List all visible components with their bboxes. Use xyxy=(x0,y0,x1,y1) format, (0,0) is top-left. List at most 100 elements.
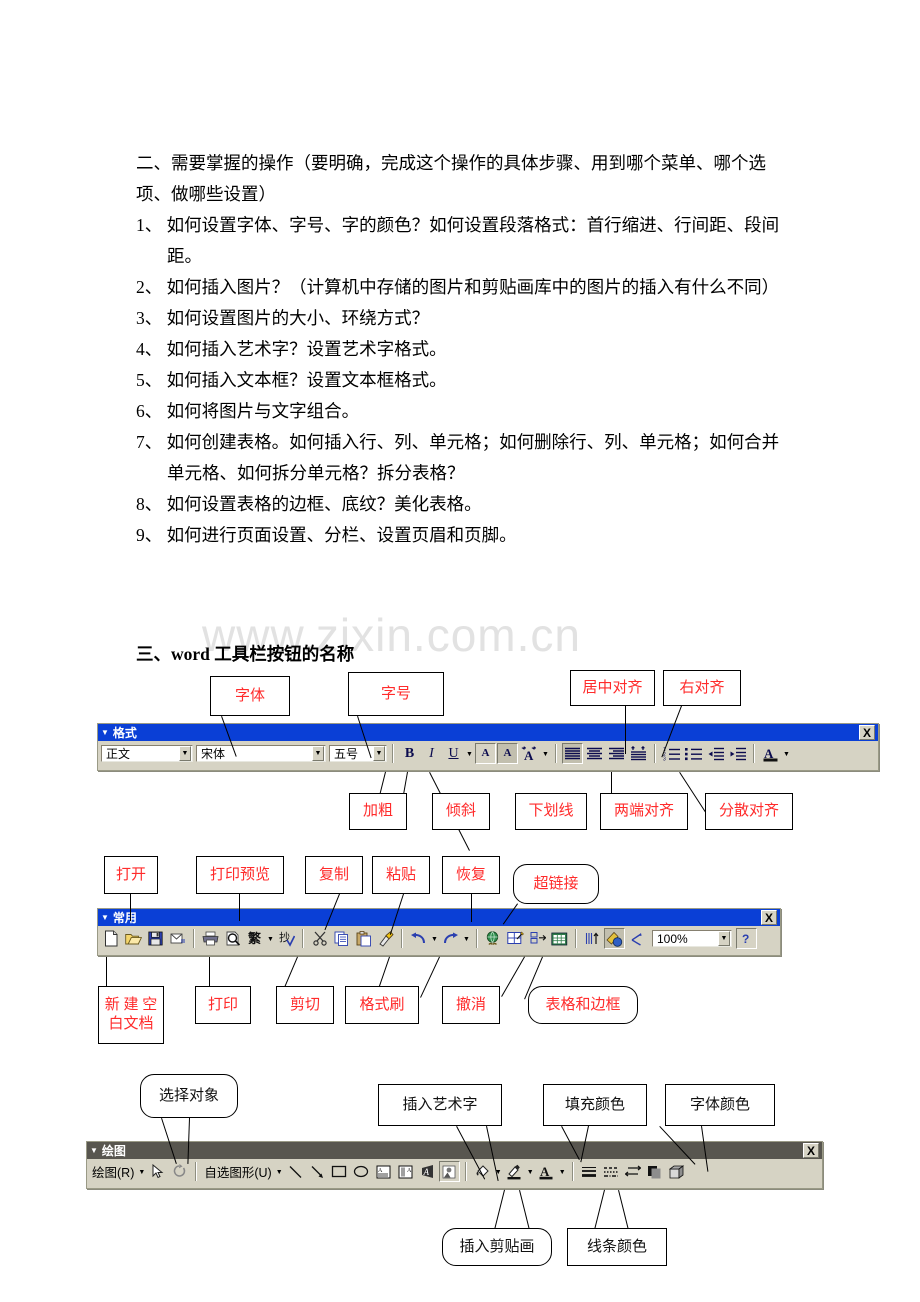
traditional-chinese-button[interactable]: 繁 xyxy=(244,928,265,949)
spelling-check-button[interactable]: 抄 xyxy=(276,928,297,949)
character-scaling-button[interactable]: A xyxy=(519,743,540,764)
align-center-button[interactable] xyxy=(584,743,605,764)
drawing-toolbar-titlebar[interactable]: ▼ 绘图 X xyxy=(87,1142,822,1159)
text-box-button[interactable]: A xyxy=(373,1161,394,1182)
font-color-button[interactable]: A xyxy=(760,743,781,764)
cut-button[interactable] xyxy=(309,928,330,949)
font-color-icon: A xyxy=(539,1164,553,1179)
insert-table-button[interactable] xyxy=(527,928,548,949)
chevron-down-icon[interactable]: ▼ xyxy=(312,746,324,761)
free-rotate-button[interactable] xyxy=(169,1161,190,1182)
columns-button[interactable] xyxy=(582,928,603,949)
line-icon xyxy=(289,1165,302,1178)
style-combo[interactable]: 正文 ▼ xyxy=(101,745,193,762)
draw-menu-button[interactable]: 绘图(R) xyxy=(90,1162,136,1181)
help-button[interactable]: ? xyxy=(736,928,757,949)
drawing-toolbar-toggle[interactable] xyxy=(604,928,625,949)
toolbar-dropdown-icon[interactable]: ▼ xyxy=(90,1146,98,1155)
arrow-button[interactable] xyxy=(307,1161,328,1182)
open-button[interactable] xyxy=(123,928,144,949)
underline-dropdown-icon[interactable]: ▼ xyxy=(465,750,474,758)
mail-envelope-icon xyxy=(170,933,185,943)
show-formatting-marks-button[interactable] xyxy=(626,928,647,949)
copy-icon xyxy=(334,931,348,946)
close-icon[interactable]: X xyxy=(803,1143,819,1158)
oval-button[interactable] xyxy=(351,1161,372,1182)
autoshapes-menu-button[interactable]: 自选图形(U) xyxy=(202,1162,273,1181)
italic-button[interactable]: I xyxy=(421,743,442,764)
traditional-chinese-dropdown-icon[interactable]: ▼ xyxy=(266,935,275,943)
vertical-text-box-icon: A xyxy=(398,1165,413,1178)
line-color-dropdown-icon[interactable]: ▼ xyxy=(526,1168,535,1176)
print-preview-button[interactable] xyxy=(222,928,243,949)
zoom-combo[interactable]: 100% ▼ xyxy=(652,930,732,947)
tables-and-borders-button[interactable] xyxy=(505,928,526,949)
character-border-button[interactable]: A xyxy=(475,743,496,764)
line-color-button[interactable] xyxy=(504,1161,525,1182)
shadow-style-button[interactable] xyxy=(645,1161,666,1182)
bulleted-list-button[interactable] xyxy=(683,743,704,764)
toolbar-dropdown-icon[interactable]: ▼ xyxy=(101,913,109,922)
callout-distributed: 分散对齐 xyxy=(705,793,793,830)
dash-style-button[interactable] xyxy=(601,1161,622,1182)
email-button[interactable] xyxy=(167,928,188,949)
rectangle-icon xyxy=(332,1165,347,1178)
bold-button[interactable]: B xyxy=(399,743,420,764)
draw-menu-dropdown-icon[interactable]: ▼ xyxy=(137,1168,146,1176)
chevron-down-icon[interactable]: ▼ xyxy=(373,746,385,761)
font-name-combo[interactable]: 宋体 ▼ xyxy=(196,745,326,762)
align-distributed-button[interactable] xyxy=(628,743,649,764)
standard-toolbar-titlebar[interactable]: ▼ 常用 X xyxy=(98,909,780,926)
redo-arrow-icon xyxy=(444,932,458,944)
align-right-icon xyxy=(609,747,624,760)
redo-button[interactable] xyxy=(440,928,461,949)
new-document-button[interactable] xyxy=(101,928,122,949)
callout-new-blank-doc: 新 建 空 白文档 xyxy=(98,986,164,1044)
character-shading-button[interactable]: A xyxy=(497,743,518,764)
font-color-drawing-button[interactable]: A xyxy=(536,1161,557,1182)
font-size-combo[interactable]: 五号 ▼ xyxy=(329,745,387,762)
drawing-toolbar-row: 绘图(R) ▼ 自选图形(U) ▼ A A A ▼ ▼ A ▼ xyxy=(87,1159,822,1184)
insert-clipart-button[interactable] xyxy=(438,1161,460,1182)
undo-button[interactable] xyxy=(408,928,429,949)
save-button[interactable] xyxy=(145,928,166,949)
arrow-style-button[interactable] xyxy=(623,1161,644,1182)
font-color-dropdown-icon[interactable]: ▼ xyxy=(782,750,791,758)
redo-dropdown-icon[interactable]: ▼ xyxy=(462,935,471,943)
underline-button[interactable]: U xyxy=(443,743,464,764)
chevron-down-icon[interactable]: ▼ xyxy=(179,746,191,761)
list-item: 8、 如何设置表格的边框、底纹？美化表格。 xyxy=(136,494,482,514)
close-icon[interactable]: X xyxy=(761,910,777,925)
increase-indent-button[interactable] xyxy=(727,743,748,764)
print-preview-icon xyxy=(226,931,240,946)
chevron-down-icon[interactable]: ▼ xyxy=(718,931,730,946)
document-body: 二、需要掌握的操作（要明确，完成这个操作的具体步骤、用到哪个菜单、哪个选项、做哪… xyxy=(136,148,796,551)
copy-button[interactable] xyxy=(331,928,352,949)
autoshapes-dropdown-icon[interactable]: ▼ xyxy=(275,1168,284,1176)
close-icon[interactable]: X xyxy=(859,725,875,740)
line-style-button[interactable] xyxy=(579,1161,600,1182)
print-button[interactable] xyxy=(200,928,221,949)
insert-excel-worksheet-button[interactable] xyxy=(549,928,570,949)
toolbar-dropdown-icon[interactable]: ▼ xyxy=(101,728,109,737)
vertical-text-box-button[interactable]: A xyxy=(395,1161,416,1182)
character-scaling-dropdown-icon[interactable]: ▼ xyxy=(541,750,550,758)
font-color-drawing-dropdown-icon[interactable]: ▼ xyxy=(558,1168,567,1176)
leader-undo xyxy=(419,956,440,998)
align-distributed-icon xyxy=(631,746,646,761)
insert-wordart-button[interactable]: A xyxy=(417,1161,438,1182)
undo-dropdown-icon[interactable]: ▼ xyxy=(430,935,439,943)
decrease-indent-button[interactable] xyxy=(705,743,726,764)
line-button[interactable] xyxy=(285,1161,306,1182)
callout-align-right: 右对齐 xyxy=(663,670,741,706)
three-d-style-button[interactable] xyxy=(667,1161,688,1182)
select-objects-button[interactable] xyxy=(147,1161,168,1182)
align-left-button[interactable] xyxy=(562,743,583,764)
hyperlink-button[interactable] xyxy=(483,928,504,949)
format-painter-button[interactable] xyxy=(375,928,396,949)
arrow-style-icon xyxy=(625,1164,642,1177)
rectangle-button[interactable] xyxy=(329,1161,350,1182)
paste-button[interactable] xyxy=(353,928,374,949)
separator xyxy=(193,929,195,948)
format-toolbar-titlebar[interactable]: ▼ 格式 X xyxy=(98,724,878,741)
